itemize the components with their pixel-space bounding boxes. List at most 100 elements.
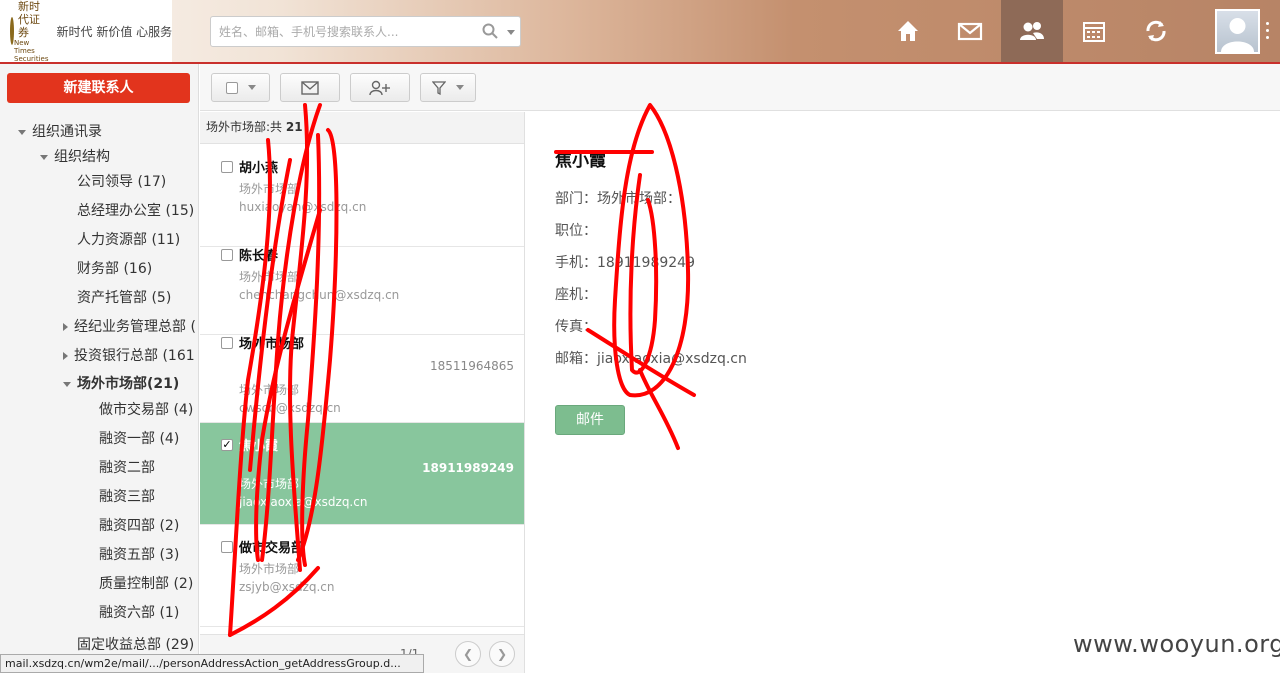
contact-email: jiaoxiaoxia@xsdzq.cn [239, 495, 368, 509]
contact-row[interactable]: 陈长春 场外市场部 chenchangchun@xsdzq.cn [200, 233, 524, 335]
avatar-person-icon [1221, 18, 1254, 52]
tree-item-dept[interactable]: 投资银行总部 (161 [63, 344, 195, 368]
tree-item-subdept[interactable]: 融资一部 (4) [99, 427, 179, 451]
tree-item-dept[interactable]: 总经理办公室 (15) [77, 199, 194, 223]
detail-position: 职位： [555, 223, 597, 239]
tree-item-subdept[interactable]: 做市交易部 (4) [99, 398, 193, 422]
nav-home-button[interactable] [877, 0, 939, 62]
chevron-down-icon [456, 85, 464, 90]
tree-item-subdept[interactable]: 融资六部 (1) [99, 601, 179, 625]
watermark: www.wooyun.org [1073, 630, 1280, 658]
row-checkbox[interactable] [221, 541, 233, 553]
tree-item-dept[interactable]: 资产托管部 (5) [77, 286, 171, 310]
contact-dept: 场外市场部 [239, 270, 300, 284]
top-header: 新时代证券 New Times Securities 新时代 新价值 心服务 [0, 0, 1280, 64]
nav-contacts-button[interactable] [1001, 0, 1063, 62]
collapse-icon[interactable] [40, 154, 48, 160]
contact-row[interactable]: 做市交易部 场外市场部 zsjyb@xsdzq.cn [200, 525, 524, 627]
add-user-icon [369, 80, 390, 95]
tree-item-dept[interactable]: 人力资源部 (11) [77, 228, 180, 252]
send-mail-button[interactable]: 邮件 [555, 405, 625, 435]
contact-name: 场外市场部 [239, 337, 305, 352]
tree-item-subdept[interactable]: 融资四部 (2) [99, 514, 179, 538]
left-sidebar: 新建联系人 组织通讯录 组织结构 公司领导 (17) 总经理办公室 (15) 人… [0, 64, 199, 673]
browser-status-bar: mail.xsdzq.cn/wm2e/mail/.../personAddres… [0, 654, 424, 673]
select-all-checkbox[interactable] [225, 81, 238, 94]
detail-fax: 传真： [555, 319, 597, 335]
collapse-icon[interactable] [63, 381, 71, 387]
list-header: 场外市场部:共 21 [200, 112, 524, 144]
contact-toolbar [200, 64, 1280, 111]
tree-item-subdept[interactable]: 质量控制部 (2) [99, 572, 193, 596]
select-all-dropdown[interactable] [211, 73, 270, 102]
filter-icon [432, 80, 446, 95]
detail-mobile: 手机：18911989249 [555, 255, 695, 271]
contact-dept: 场外市场部 [239, 562, 300, 576]
tree-item-subdept[interactable]: 融资二部 [99, 456, 155, 480]
contact-name: 陈长春 [239, 249, 279, 264]
detail-name: 焦小霞 [555, 151, 606, 171]
chevron-down-icon [247, 85, 256, 90]
prev-page-icon[interactable]: ❮ [455, 641, 481, 667]
slogan: 新时代 新价值 心服务 [56, 24, 173, 39]
contact-row[interactable]: 胡小燕 场外市场部 huxiaoyan@xsdzq.cn [200, 145, 524, 247]
contact-email: chenchangchun@xsdzq.cn [239, 288, 400, 302]
new-contact-button[interactable]: 新建联系人 [7, 73, 190, 103]
contact-email: huxiaoyan@xsdzq.cn [239, 200, 367, 214]
tree-item-dept[interactable]: 经纪业务管理总部 ( [63, 315, 196, 339]
contact-search-box[interactable] [210, 16, 521, 47]
company-logo[interactable]: 新时代证券 New Times Securities 新时代 新价值 心服务 [0, 0, 173, 63]
nav-sync-button[interactable] [1125, 0, 1187, 62]
main-nav [877, 0, 1187, 62]
logo-en-text: New Times Securities [14, 38, 49, 63]
user-avatar[interactable] [1215, 9, 1260, 54]
contacts-icon [1020, 22, 1044, 40]
contact-phone: 18511964865 [430, 359, 514, 373]
expand-icon[interactable] [63, 352, 68, 360]
tree-item-dept[interactable]: 公司领导 (17) [77, 170, 166, 194]
tree-item-org-directory[interactable]: 组织通讯录 [18, 120, 102, 144]
contact-row[interactable]: 场外市场部 18511964865 场外市场部 cwscb@xsdzq.cn [200, 321, 524, 423]
row-checkbox[interactable] [221, 337, 233, 349]
mail-icon [301, 80, 319, 95]
contact-row-selected[interactable]: ✓ 焦小霞 18911989249 场外市场部 jiaoxiaoxia@xsdz… [200, 423, 524, 525]
filter-dropdown[interactable] [420, 73, 476, 102]
contact-list: 场外市场部:共 21 胡小燕 场外市场部 huxiaoyan@xsdzq.cn … [200, 112, 525, 673]
row-checkbox-checked[interactable]: ✓ [221, 439, 233, 451]
more-menu-icon[interactable] [1266, 22, 1270, 42]
tree-item-dept[interactable]: 财务部 (16) [77, 257, 152, 281]
send-mail-button[interactable] [280, 73, 340, 102]
tree-item-org-structure[interactable]: 组织结构 [40, 145, 110, 169]
nav-mail-button[interactable] [939, 0, 1001, 62]
add-contact-button[interactable] [350, 73, 410, 102]
logo-cn-text: 新时代证券 [18, 0, 40, 39]
next-page-icon[interactable]: ❯ [489, 641, 515, 667]
detail-email: 邮箱：jiaoxiaoxia@xsdzq.cn [555, 351, 747, 367]
contact-name: 胡小燕 [239, 161, 279, 176]
tree-item-dept-selected[interactable]: 场外市场部(21) [63, 372, 179, 396]
tree-item-subdept[interactable]: 融资五部 (3) [99, 543, 179, 567]
row-checkbox[interactable] [221, 161, 233, 173]
expand-icon[interactable] [63, 323, 68, 331]
detail-landline: 座机： [555, 287, 597, 303]
tree-item-subdept[interactable]: 融资三部 [99, 485, 155, 509]
row-checkbox[interactable] [221, 249, 233, 261]
contact-email: cwscb@xsdzq.cn [239, 401, 341, 415]
contact-detail: 焦小霞 部门：场外市场部： 职位： 手机：18911989249 座机： 传真：… [526, 112, 1280, 673]
search-dropdown-icon[interactable] [507, 30, 515, 35]
calendar-icon [1083, 22, 1105, 42]
detail-department: 部门：场外市场部： [555, 191, 681, 207]
contact-name: 焦小霞 [239, 439, 279, 454]
contact-phone: 18911989249 [422, 461, 514, 475]
collapse-icon[interactable] [18, 129, 26, 135]
search-icon[interactable] [482, 23, 498, 39]
home-icon [898, 21, 918, 41]
search-input[interactable] [219, 23, 479, 41]
nav-calendar-button[interactable] [1063, 0, 1125, 62]
sync-icon [1146, 20, 1166, 42]
contact-dept: 场外市场部 [239, 182, 300, 196]
contact-name: 做市交易部 [239, 541, 305, 556]
mail-icon [957, 22, 983, 41]
contact-dept: 场外市场部 [239, 383, 300, 397]
contact-email: zsjyb@xsdzq.cn [239, 580, 335, 594]
